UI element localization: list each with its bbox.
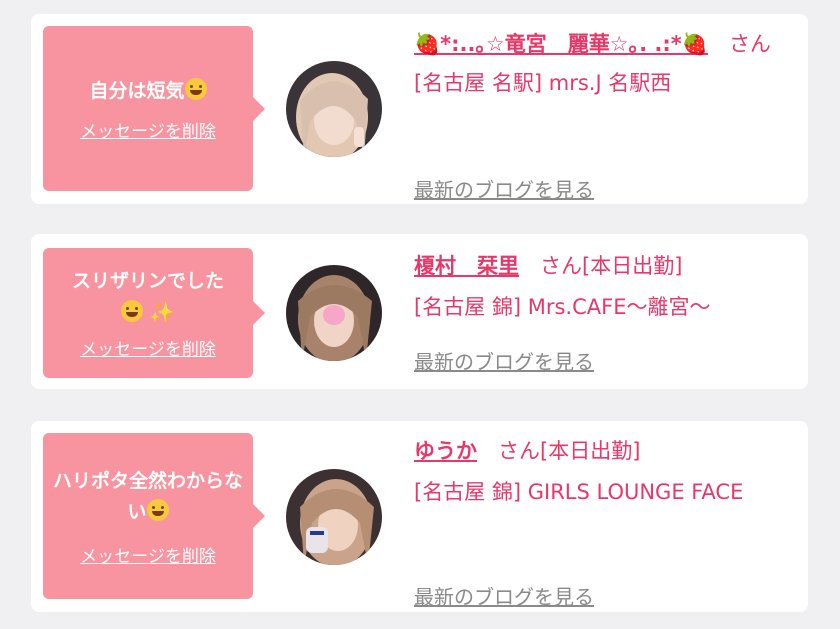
smiling-halo-emoji-icon	[146, 498, 169, 521]
relieved-emoji-icon	[121, 300, 144, 322]
delete-message-link[interactable]: メッセージを削除	[80, 542, 216, 567]
favorite-card: ハリポタ全然わからない メッセージを削除 ゆうか さん[本日出勤] [名古屋 錦…	[31, 421, 808, 612]
message-text: スリザリンでした ✨	[71, 270, 224, 324]
cast-name-link[interactable]: 🍓*:..｡☆竜宮 麗華☆｡. .:*🍓	[414, 32, 708, 56]
favorite-card: 自分は短気 メッセージを削除 🍓*:..｡☆竜宮 麗華☆｡. .:*🍓 さん […	[31, 14, 808, 204]
message-text: ハリポタ全然わからない	[52, 469, 243, 523]
shop-name: [名古屋 名駅] mrs.J 名駅西	[414, 71, 672, 95]
message-bubble: ハリポタ全然わからない メッセージを削除	[43, 433, 265, 599]
cast-name-link[interactable]: 榎村 栞里	[414, 254, 519, 278]
avatar[interactable]	[286, 469, 382, 565]
avatar[interactable]	[286, 61, 382, 157]
attendance-status: [本日出勤]	[540, 439, 641, 463]
shop-name: [名古屋 錦] Mrs.CAFE～離宮～	[414, 295, 711, 319]
message-text: 自分は短気	[81, 76, 214, 107]
avatar[interactable]	[286, 265, 382, 361]
message-bubble: スリザリンでした ✨ メッセージを削除	[43, 248, 265, 378]
san-label: さん	[728, 32, 771, 56]
san-label: さん	[498, 439, 540, 463]
blog-link[interactable]: 最新のブログを見る	[414, 346, 594, 375]
grinning-sweat-emoji-icon	[184, 77, 207, 100]
cast-info: 🍓*:..｡☆竜宮 麗華☆｡. .:*🍓 さん [名古屋 名駅] mrs.J 名…	[414, 28, 794, 202]
message-bubble: 自分は短気 メッセージを削除	[43, 26, 265, 191]
shop-name: [名古屋 錦] GIRLS LOUNGE FACE	[414, 480, 744, 504]
san-label: さん	[540, 254, 582, 278]
favorite-card: スリザリンでした ✨ メッセージを削除 榎村 栞里 さん[本日出勤] [名古屋 …	[31, 234, 808, 389]
cast-info: 榎村 栞里 さん[本日出勤] [名古屋 錦] Mrs.CAFE～離宮～ 最新のブ…	[414, 250, 794, 374]
delete-message-link[interactable]: メッセージを削除	[80, 117, 216, 142]
delete-message-link[interactable]: メッセージを削除	[80, 335, 216, 360]
cast-name-link[interactable]: ゆうか	[414, 439, 477, 463]
blog-link[interactable]: 最新のブログを見る	[414, 581, 594, 610]
cast-info: ゆうか さん[本日出勤] [名古屋 錦] GIRLS LOUNGE FACE 最…	[414, 435, 794, 609]
sparkle-icon: ✨	[149, 300, 175, 324]
blog-link[interactable]: 最新のブログを見る	[414, 174, 594, 203]
attendance-status: [本日出勤]	[582, 254, 683, 278]
